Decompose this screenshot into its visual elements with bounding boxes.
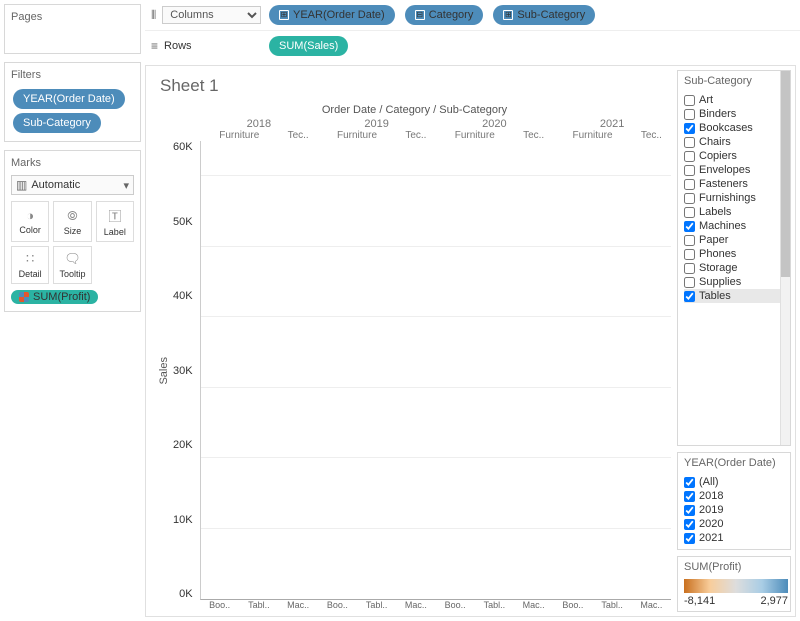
year-(All)[interactable]: (All) [684,475,788,489]
col-pill-subcat[interactable]: ⊞Sub-Category [493,5,595,25]
chevron-down-icon: ▾ [123,179,129,192]
subcat-fasteners[interactable]: Fasteners [684,177,788,191]
y-axis-ticks: 60K50K40K30K20K10K0K [170,141,196,600]
mark-encoding-profit[interactable]: SUM(Profit) [11,290,98,304]
subcategory-filter-card: Sub-Category ArtBindersBookcasesChairsCo… [677,70,791,446]
mark-type-select[interactable]: ▥ Automatic ▾ [11,175,134,195]
subcat-binders[interactable]: Binders [684,107,788,121]
mark-tooltip[interactable]: 🗨Tooltip [53,246,91,284]
subcat-tables[interactable]: Tables [684,289,788,303]
columns-shelf[interactable]: ⦀ Columns ⊞YEAR(Order Date) ⊟Category ⊞S… [145,0,800,31]
pages-panel: Pages [4,4,141,54]
mark-label[interactable]: 🅃Label [96,201,134,242]
subcat-paper[interactable]: Paper [684,233,788,247]
col-pill-category[interactable]: ⊟Category [405,5,484,25]
year-2020[interactable]: 2020 [684,517,788,531]
sheet-title: Sheet 1 [160,76,671,96]
tooltip-icon: 🗨 [64,251,81,267]
subcat-phones[interactable]: Phones [684,247,788,261]
mark-color[interactable]: ◑Color [11,201,49,242]
y-axis-title: Sales [158,357,170,385]
subcat-supplies[interactable]: Supplies [684,275,788,289]
rows-shelf[interactable]: ≡Rows SUM(Sales) [145,31,800,61]
subcat-labels[interactable]: Labels [684,205,788,219]
color-legend: SUM(Profit) -8,1412,977 [677,556,791,612]
year-2018[interactable]: 2018 [684,489,788,503]
label-icon: 🅃 [108,206,121,225]
mark-size[interactable]: ⦾Size [53,201,91,242]
subcat-bookcases[interactable]: Bookcases [684,121,788,135]
size-icon: ⦾ [67,208,77,224]
rows-icon: ≡ [151,39,158,53]
filter-pill-subcat[interactable]: Sub-Category [13,113,101,133]
collapse-icon: ⊟ [415,10,425,20]
expand-icon: ⊞ [503,10,513,20]
filter-pill-year[interactable]: YEAR(Order Date) [13,89,125,109]
filters-title: Filters [11,69,134,81]
expand-icon: ⊞ [279,10,289,20]
subcat-storage[interactable]: Storage [684,261,788,275]
subcat-chairs[interactable]: Chairs [684,135,788,149]
filters-panel: Filters YEAR(Order Date) Sub-Category [4,62,141,142]
bar-icon: ▥ [16,178,27,192]
chart-area[interactable] [200,141,671,600]
subcat-machines[interactable]: Machines [684,219,788,233]
chart-header: Order Date / Category / Sub-Category [158,104,671,116]
subcat-art[interactable]: Art [684,93,788,107]
x-axis-labels: Boo..Tabl..Mac..Boo..Tabl..Mac..Boo..Tab… [200,600,671,610]
mark-detail[interactable]: ∷Detail [11,246,49,284]
detail-icon: ∷ [26,251,34,267]
scrollbar[interactable] [780,71,790,445]
pages-title: Pages [11,11,134,23]
year-2021[interactable]: 2021 [684,531,788,545]
marks-title: Marks [11,157,134,169]
year-filter-card: YEAR(Order Date) (All)2018201920202021 [677,452,791,550]
color-encoding-icon [19,292,29,302]
marks-panel: Marks ▥ Automatic ▾ ◑Color ⦾Size 🅃Label … [4,150,141,312]
columns-select[interactable]: Columns [162,6,261,24]
subcat-furnishings[interactable]: Furnishings [684,191,788,205]
year-2019[interactable]: 2019 [684,503,788,517]
row-pill-sales[interactable]: SUM(Sales) [269,36,348,56]
subcat-copiers[interactable]: Copiers [684,149,788,163]
color-icon: ◑ [26,208,34,223]
subcat-envelopes[interactable]: Envelopes [684,163,788,177]
columns-icon: ⦀ [151,8,156,23]
col-pill-year[interactable]: ⊞YEAR(Order Date) [269,5,395,25]
worksheet: Sheet 1 Order Date / Category / Sub-Cate… [146,66,677,616]
legend-gradient [684,579,788,593]
